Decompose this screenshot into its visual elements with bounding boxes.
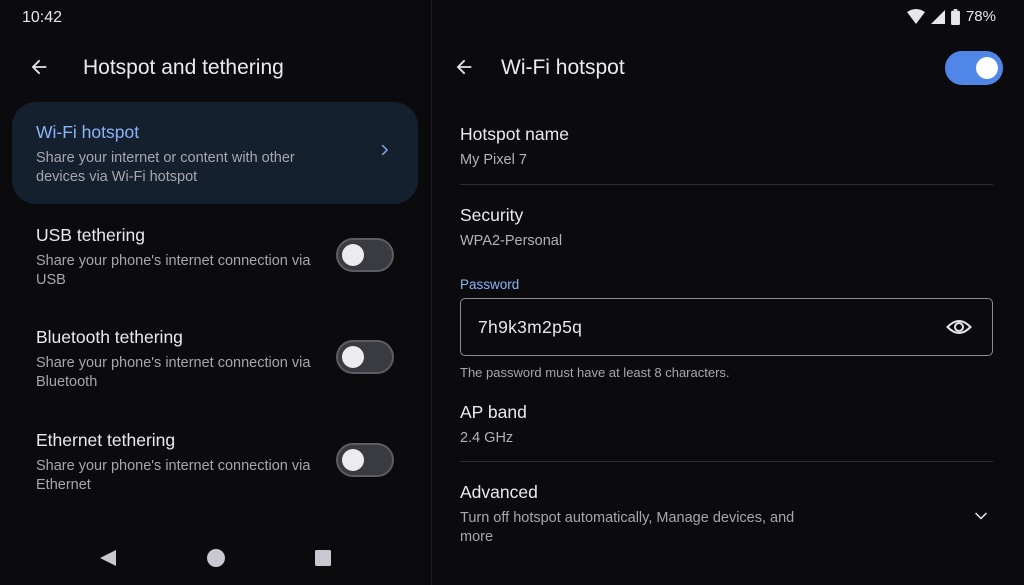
password-label: Password	[460, 277, 520, 292]
bluetooth-tethering-toggle[interactable]	[336, 340, 394, 374]
arrow-back-icon	[31, 59, 47, 75]
item-title: Wi-Fi hotspot	[36, 122, 140, 142]
back-button[interactable]	[24, 52, 54, 82]
password-field[interactable]	[460, 298, 993, 356]
nav-back-button[interactable]	[95, 545, 121, 571]
advanced-summary: Turn off hotspot automatically, Manage d…	[460, 510, 795, 545]
toggle-knob	[342, 449, 364, 471]
back-triangle-icon	[100, 550, 116, 566]
password-helper-text: The password must have at least 8 charac…	[460, 365, 730, 380]
item-title: Bluetooth tethering	[36, 327, 183, 347]
recents-square-icon	[315, 550, 331, 566]
battery-icon	[951, 8, 960, 25]
toggle-knob	[342, 244, 364, 266]
arrow-back-icon	[456, 59, 472, 75]
list-item-ethernet-tethering: Ethernet tethering Share your phone's in…	[12, 422, 418, 506]
usb-tethering-toggle[interactable]	[336, 238, 394, 272]
back-button[interactable]	[449, 52, 479, 82]
hotspot-name-label: Hotspot name	[460, 124, 569, 144]
chevron-down-icon[interactable]	[972, 506, 990, 524]
item-subtitle: Share your phone's internet connection v…	[36, 253, 311, 288]
item-title: USB tethering	[36, 225, 145, 245]
visibility-eye-icon[interactable]	[946, 316, 972, 338]
home-circle-icon	[207, 549, 225, 567]
list-item-bluetooth-tethering: Bluetooth tethering Share your phone's i…	[12, 320, 418, 404]
status-time: 10:42	[22, 9, 63, 26]
wifi-hotspot-pane: 78% Wi-Fi hotspot Hotspot name My Pixel …	[432, 0, 1024, 585]
security-label: Security	[460, 205, 524, 225]
list-item-wifi-hotspot[interactable]: Wi-Fi hotspot Share your internet or con…	[12, 102, 418, 204]
ethernet-tethering-toggle[interactable]	[336, 443, 394, 477]
status-icons: 78%	[906, 8, 996, 25]
wifi-hotspot-master-toggle[interactable]	[945, 51, 1003, 85]
hotspot-tethering-pane: 10:42 Hotspot and tethering Wi-Fi hotspo…	[0, 0, 431, 585]
signal-icon	[930, 9, 945, 24]
toggle-knob	[342, 346, 364, 368]
hotspot-name-value: My Pixel 7	[460, 152, 527, 168]
item-subtitle: Share your internet or content with othe…	[36, 150, 295, 185]
item-title: Ethernet tethering	[36, 430, 176, 450]
nav-home-button[interactable]	[203, 545, 229, 571]
divider	[460, 184, 993, 185]
security-value: WPA2-Personal	[460, 233, 563, 249]
item-subtitle: Share your phone's internet connection v…	[36, 458, 311, 493]
ap-band-value: 2.4 GHz	[460, 430, 514, 446]
list-item-usb-tethering: USB tethering Share your phone's interne…	[12, 218, 418, 302]
toggle-knob	[976, 57, 998, 79]
page-title: Hotspot and tethering	[83, 56, 284, 79]
ap-band-label: AP band	[460, 402, 527, 422]
advanced-label: Advanced	[460, 482, 538, 502]
page-title: Wi-Fi hotspot	[501, 56, 625, 79]
password-input[interactable]	[478, 317, 898, 338]
divider	[460, 461, 993, 462]
battery-percent: 78%	[965, 8, 996, 25]
chevron-right-icon	[381, 144, 388, 156]
item-subtitle: Share your phone's internet connection v…	[36, 355, 311, 390]
nav-recents-button[interactable]	[310, 545, 336, 571]
wifi-icon	[906, 9, 925, 24]
